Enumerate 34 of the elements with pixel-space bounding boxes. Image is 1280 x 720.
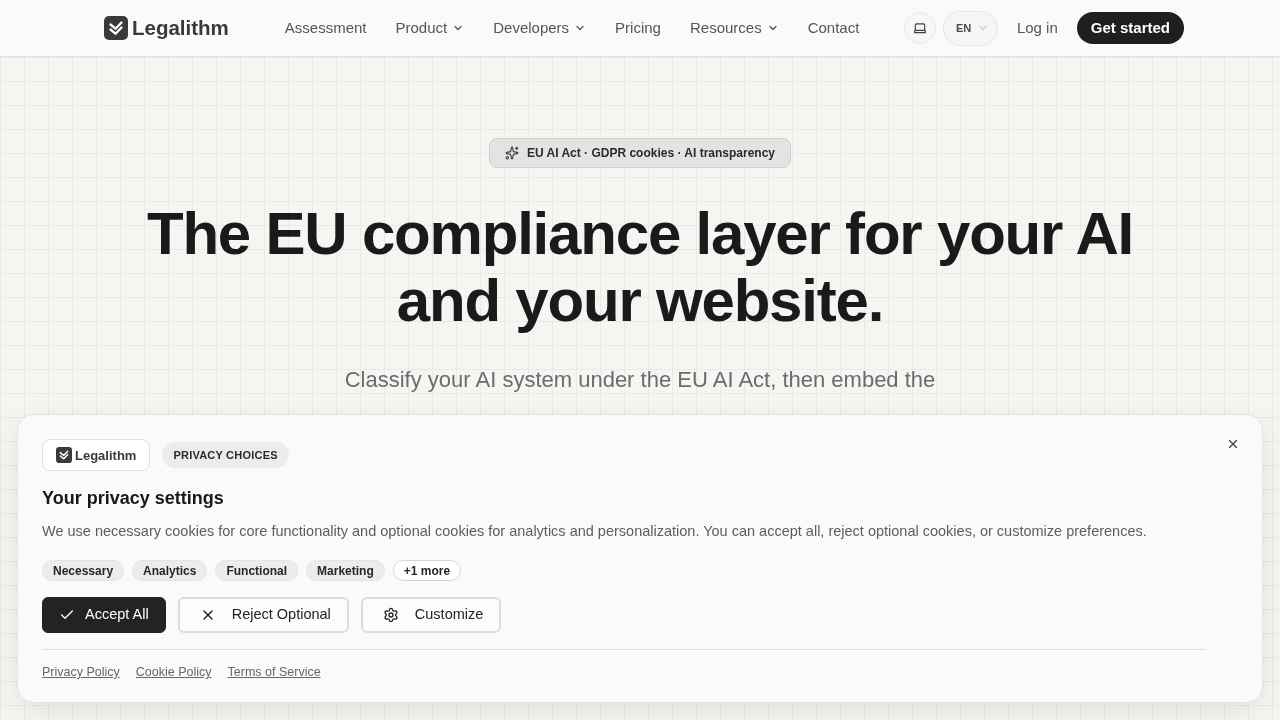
- sparkle-icon: [504, 146, 519, 160]
- get-started-button[interactable]: Get started: [1076, 12, 1184, 44]
- policy-link[interactable]: Cookie Policy: [135, 663, 212, 682]
- accept-button[interactable]: Accept All: [42, 597, 166, 634]
- badge-text: EU AI Act · GDPR cookies · AI transparency: [526, 145, 776, 162]
- laptop-icon: [912, 21, 927, 35]
- login-link[interactable]: Log in: [1016, 16, 1058, 40]
- logo-icon: [56, 447, 72, 464]
- hero-subtitle: Classify your AI system under the EU AI Act, then embed the: [344, 366, 936, 394]
- policy-link[interactable]: Terms of Service: [227, 663, 321, 682]
- nav-link[interactable]: Pricing: [615, 16, 661, 40]
- privacy-tag: PRIVACY CHOICES: [162, 442, 289, 469]
- language-select[interactable]: EN: [942, 10, 998, 46]
- category-chip: Functional: [215, 560, 299, 582]
- category-chip: Necessary: [42, 560, 125, 582]
- home-logo-link[interactable]: Legalithm: [104, 12, 229, 44]
- nav-menu-link[interactable]: Product: [395, 16, 465, 40]
- display-mode-button[interactable]: [903, 12, 936, 44]
- customize-button[interactable]: Customize: [360, 597, 502, 634]
- brand-name: Legalithm: [75, 446, 137, 465]
- nav-menu-link[interactable]: Developers: [493, 16, 587, 40]
- category-chip: Marketing: [306, 560, 385, 582]
- logo-icon: [104, 16, 128, 40]
- gear-icon: [382, 607, 399, 624]
- nav-menu-link[interactable]: Resources: [689, 16, 779, 40]
- nav-link[interactable]: Contact: [807, 16, 860, 40]
- banner-description: We use necessary cookies for core functionality and optional cookies for analytics and personalization. You can accept all, reject optional cookies, or customize preferences.: [42, 522, 1148, 542]
- category-chip: Analytics: [132, 560, 208, 582]
- policy-link[interactable]: Privacy Policy: [42, 663, 120, 682]
- banner-title: Your privacy settings: [42, 487, 225, 511]
- more-categories-chip: +1 more: [392, 560, 462, 582]
- reject-button[interactable]: Reject Optional: [177, 597, 349, 634]
- hero-heading: The EU compliance layer for your AI and your website.: [145, 200, 1135, 334]
- nav-link[interactable]: Assessment: [284, 16, 367, 40]
